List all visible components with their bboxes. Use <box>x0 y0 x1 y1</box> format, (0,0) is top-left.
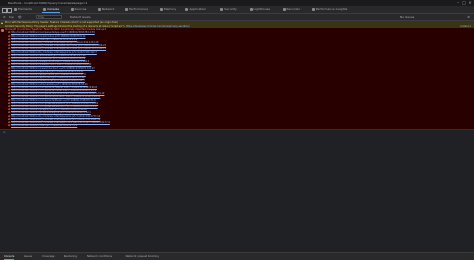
lighthouse-icon <box>249 8 253 11</box>
device-toolbar-icon[interactable] <box>7 8 12 13</box>
sources-icon <box>70 8 74 11</box>
tab-security[interactable]: Security <box>220 6 237 13</box>
tab-network[interactable]: Network <box>97 6 115 13</box>
tab-memory[interactable]: Memory <box>160 6 176 13</box>
performance-icon <box>125 8 129 11</box>
security-icon <box>220 8 224 11</box>
tab-label: Console <box>47 7 60 11</box>
elements-icon <box>14 8 17 11</box>
stack-trace-link[interactable]: http://localhost:3000/src/main.js?t=1680… <box>11 124 77 127</box>
tab-label: Sources <box>74 7 87 11</box>
tab-label: Network <box>101 7 115 11</box>
application-icon <box>185 8 189 11</box>
stack-trace-row: at http://localhost:3000/src/main.js?t=1… <box>8 124 77 127</box>
issues-counter[interactable]: No Issues <box>400 14 414 20</box>
tab-label: Elements <box>18 7 32 11</box>
tab-performance-insights[interactable]: Performance insights <box>311 6 348 13</box>
clear-console-icon[interactable]: ⊘ <box>3 14 6 20</box>
error-source-link[interactable]: main.js:1 <box>96 28 107 31</box>
tab-recorder[interactable]: Recorder <box>282 6 300 13</box>
tab-label: Security <box>224 7 237 11</box>
console-empty-area[interactable] <box>0 134 474 252</box>
tab-sources[interactable]: Sources <box>70 6 87 13</box>
context-selector[interactable]: top <box>9 14 14 20</box>
console-toolbar: ⊘ top 👁 Filter Default levels No Issues … <box>0 14 474 21</box>
live-expression-icon[interactable]: 👁 <box>18 14 22 20</box>
warning-icon <box>1 22 3 24</box>
tab-console[interactable]: Console <box>42 6 61 13</box>
tab-label: Recorder <box>286 7 300 11</box>
tab-lighthouse[interactable]: Lighthouse <box>249 6 271 13</box>
network-icon <box>97 8 101 11</box>
stack-trace-label: at <box>8 124 11 128</box>
tab-label: Application <box>189 7 207 11</box>
close-icon[interactable]: × <box>468 1 472 5</box>
tab-label: Performance <box>129 7 149 11</box>
gear-icon[interactable]: ⚙ <box>467 14 470 20</box>
memory-icon <box>160 8 163 11</box>
tab-label: Lighthouse <box>253 7 271 11</box>
minimize-icon[interactable]: – <box>456 1 460 5</box>
recorder-icon <box>282 8 286 11</box>
tab-elements[interactable]: Elements <box>14 6 32 13</box>
devtools-tabbar: Elements Console Sources Network Performance… <box>0 6 474 14</box>
console-error-message: Uncaught (in promise) TypeError: Failed … <box>0 28 474 130</box>
maximize-icon[interactable]: □ <box>462 1 466 5</box>
tab-application[interactable]: Application <box>185 6 206 13</box>
tab-performance[interactable]: Performance <box>125 6 148 13</box>
error-icon <box>1 29 4 32</box>
console-icon <box>43 8 47 11</box>
levels-dropdown[interactable]: Default levels <box>70 14 91 20</box>
filter-input[interactable]: Filter <box>36 15 62 19</box>
insights-icon <box>311 8 315 11</box>
warning-message: Error with Permissions-Policy header: Fe… <box>0 21 474 28</box>
tab-label: Performance insights <box>315 7 348 11</box>
tab-label: Memory <box>164 7 177 11</box>
